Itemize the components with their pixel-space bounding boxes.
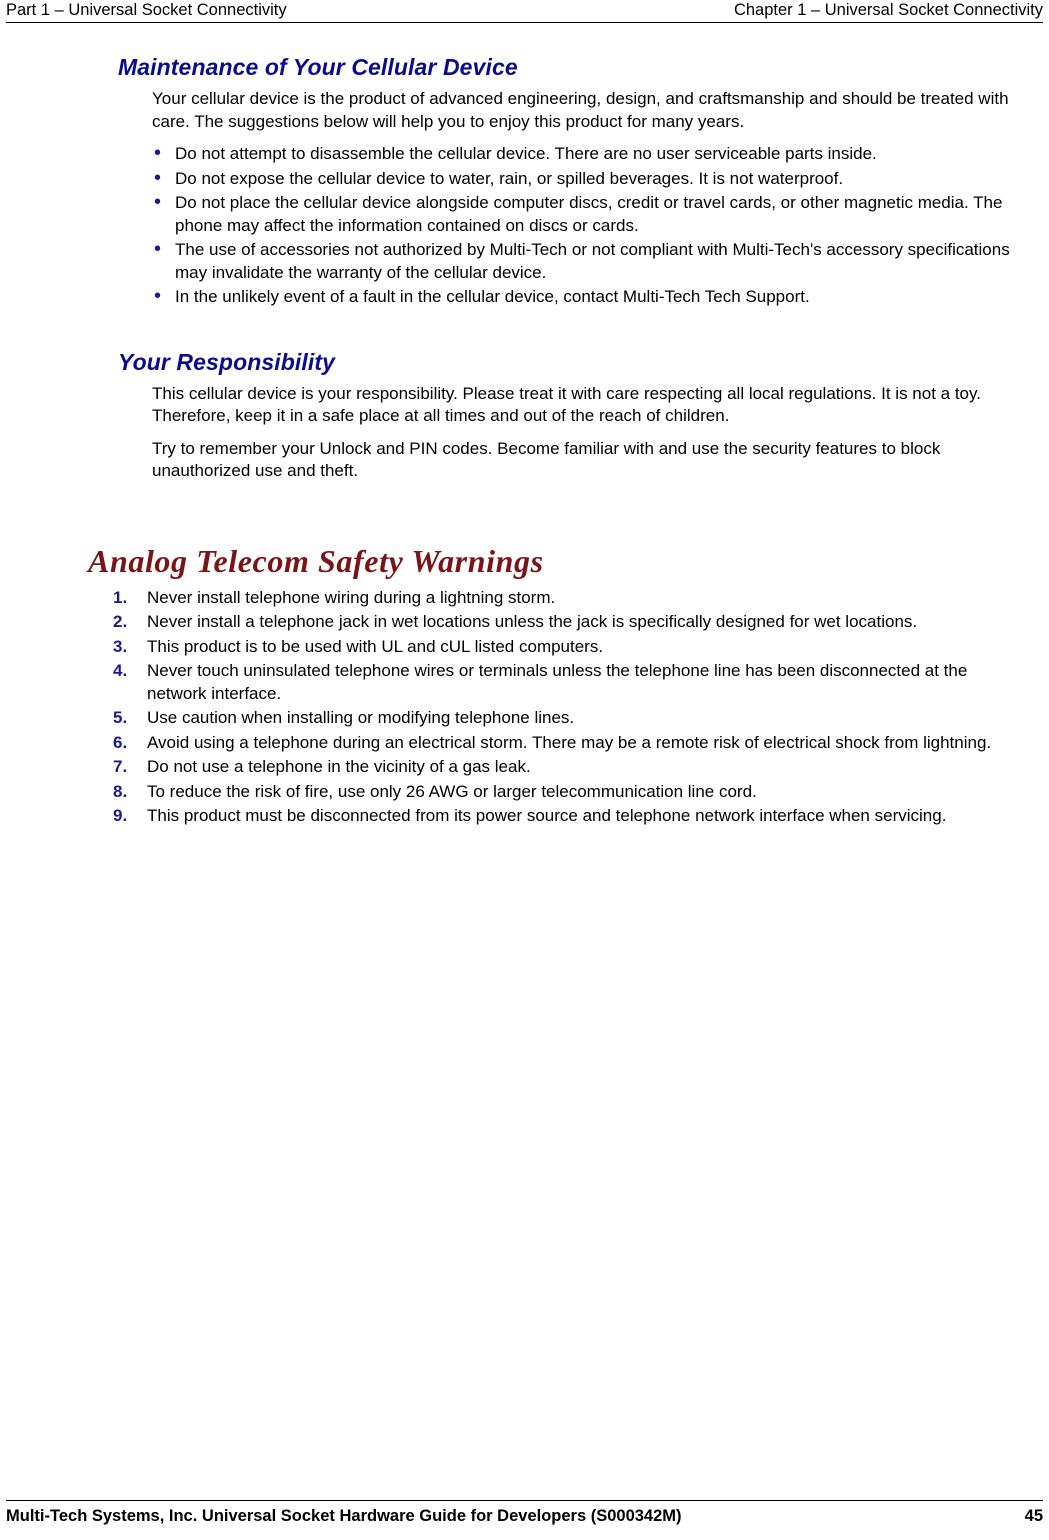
safety-warnings-numbered-list: 1. Never install telephone wiring during…: [0, 587, 1041, 828]
bullet-icon: •: [154, 238, 162, 260]
list-item-text: In the unlikely event of a fault in the …: [175, 287, 810, 306]
list-item-text: Do not expose the cellular device to wat…: [175, 168, 844, 188]
maintenance-intro-paragraph: Your cellular device is the product of a…: [152, 89, 1009, 131]
maintenance-bullet-list: • Do not attempt to disassemble the cell…: [0, 142, 1041, 309]
list-item-text: Do not place the cellular device alongsi…: [175, 193, 1003, 235]
list-item: 5. Use caution when installing or modify…: [0, 707, 1041, 730]
bullet-icon: •: [154, 285, 162, 307]
list-item: • Do not expose the cellular device to w…: [0, 166, 1041, 191]
document-page: Part 1 – Universal Socket Connectivity C…: [0, 0, 1049, 1540]
page-number: 45: [1024, 1507, 1043, 1525]
list-item-number: 5.: [113, 708, 128, 727]
list-item: 1. Never install telephone wiring during…: [0, 587, 1041, 610]
bullet-icon: •: [154, 142, 162, 164]
list-item-text: The use of accessories not authorized by…: [175, 240, 1010, 282]
list-item: • In the unlikely event of a fault in th…: [0, 285, 1041, 309]
list-item-number: 7.: [113, 757, 128, 776]
list-item-text: This product is to be used with UL and c…: [147, 636, 604, 656]
list-item: 3. This product is to be used with UL an…: [0, 636, 1041, 659]
list-item-text: Never install a telephone jack in wet lo…: [147, 612, 918, 631]
title-analog-telecom-safety-warnings: Analog Telecom Safety Warnings: [88, 542, 544, 579]
list-item-text: Do not use a telephone in the vicinity o…: [147, 757, 531, 776]
list-item: 8. To reduce the risk of fire, use only …: [0, 781, 1041, 804]
list-item-number: 6.: [113, 732, 128, 752]
bullet-icon: •: [154, 166, 162, 189]
list-item-text: To reduce the risk of fire, use only 26 …: [147, 781, 757, 801]
list-item-text: This product must be disconnected from i…: [147, 806, 947, 825]
list-item-text: Use caution when installing or modifying…: [147, 708, 575, 727]
list-item-text: Never install telephone wiring during a …: [147, 587, 556, 607]
list-item-number: 9.: [113, 806, 128, 825]
list-item: • The use of accessories not authorized …: [0, 238, 1041, 284]
responsibility-paragraph-1: This cellular device is your responsibil…: [152, 383, 981, 426]
list-item: 7. Do not use a telephone in the vicinit…: [0, 756, 1041, 779]
header-right-text: Chapter 1 – Universal Socket Connectivit…: [733, 1, 1043, 19]
list-item-text: Do not attempt to disassemble the cellul…: [175, 144, 877, 163]
list-item: 6. Avoid using a telephone during an ele…: [0, 732, 1041, 755]
footer-left-text: Multi-Tech Systems, Inc. Universal Socke…: [6, 1507, 682, 1525]
header-divider-rule: [6, 22, 1043, 23]
page-content: Maintenance of Your Cellular Device Your…: [0, 40, 1049, 830]
heading-your-responsibility: Your Responsibility: [118, 348, 336, 375]
bullet-icon: •: [154, 191, 162, 213]
page-footer: Multi-Tech Systems, Inc. Universal Socke…: [6, 1500, 1043, 1534]
list-item: • Do not attempt to disassemble the cell…: [0, 142, 1041, 166]
list-item-text: Avoid using a telephone during an electr…: [147, 732, 992, 752]
list-item: 4. Never touch uninsulated telephone wir…: [0, 660, 1041, 705]
header-left-text: Part 1 – Universal Socket Connectivity: [6, 1, 287, 19]
list-item-number: 3.: [113, 636, 128, 656]
list-item-number: 1.: [113, 587, 128, 607]
footer-divider-rule: [6, 1500, 1043, 1501]
list-item: 2. Never install a telephone jack in wet…: [0, 611, 1041, 634]
list-item-number: 4.: [113, 661, 128, 680]
list-item: • Do not place the cellular device along…: [0, 191, 1041, 237]
page-header: Part 1 – Universal Socket Connectivity C…: [6, 0, 1043, 24]
list-item-text: Never touch uninsulated telephone wires …: [147, 661, 968, 703]
heading-maintenance-of-your-cellular-device: Maintenance of Your Cellular Device: [118, 54, 518, 80]
list-item-number: 8.: [113, 781, 128, 801]
list-item-number: 2.: [113, 612, 128, 631]
list-item: 9. This product must be disconnected fro…: [0, 805, 1041, 828]
responsibility-paragraph-2: Try to remember your Unlock and PIN code…: [152, 438, 941, 481]
